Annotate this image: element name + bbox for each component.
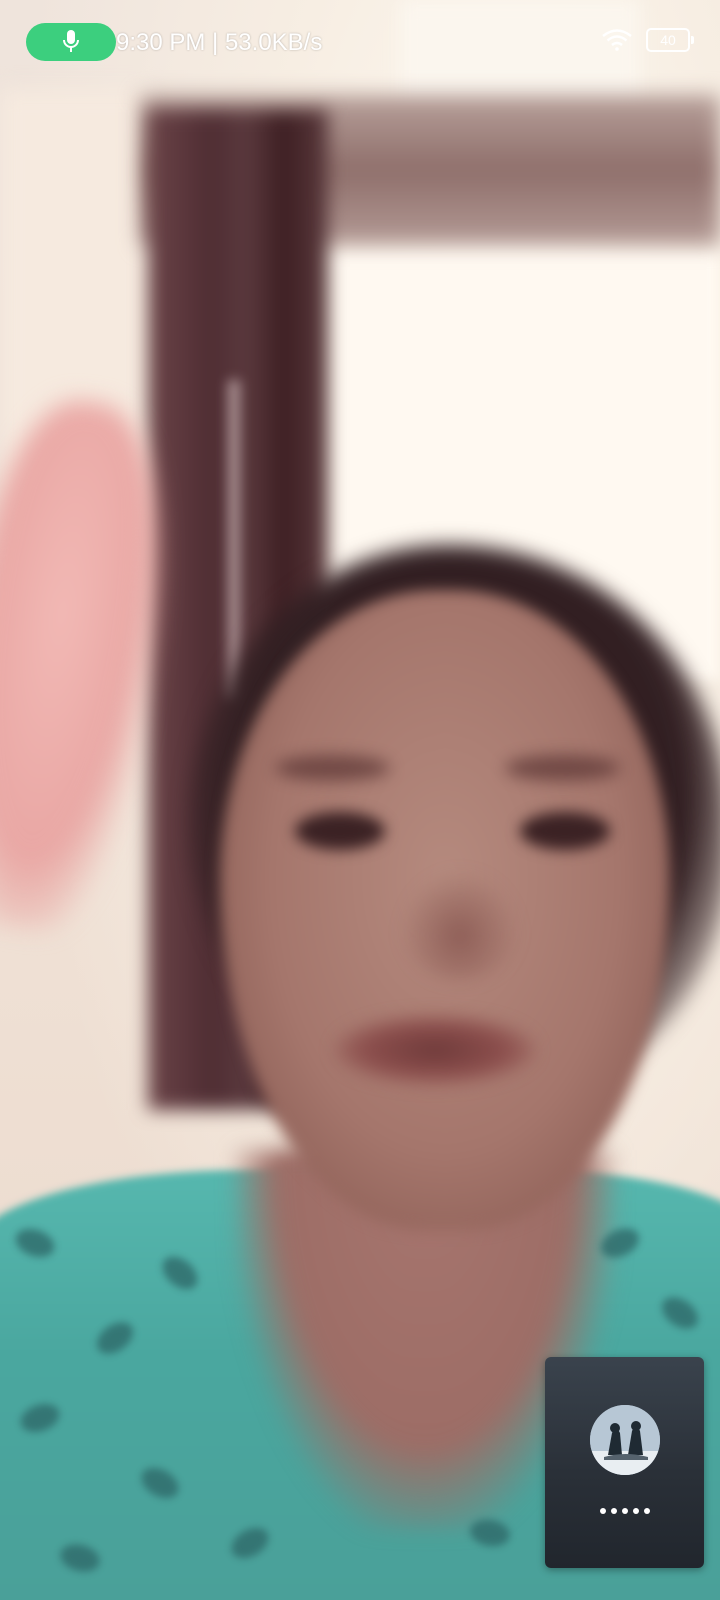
wifi-icon: [602, 29, 632, 51]
pillar-highlight: [228, 380, 240, 700]
loading-dot: [643, 1508, 650, 1514]
right-eyebrow: [505, 755, 620, 781]
left-eyebrow: [275, 755, 390, 781]
nose: [400, 870, 520, 980]
loading-dot: [610, 1508, 617, 1514]
mouth: [335, 1015, 535, 1085]
loading-dots: [545, 1508, 704, 1514]
avatar-icon: [590, 1405, 660, 1475]
self-view-preview[interactable]: [545, 1357, 704, 1568]
left-eye: [295, 812, 385, 850]
status-time-network-speed: 9:30 PM | 53.0KB/s: [116, 29, 323, 56]
loading-dot: [621, 1508, 628, 1514]
battery-icon: 40: [646, 28, 694, 52]
microphone-icon: [63, 30, 79, 52]
right-eye: [520, 812, 610, 850]
status-icons: 40: [602, 28, 694, 52]
loading-dot: [632, 1508, 639, 1514]
loading-dot: [599, 1508, 606, 1514]
ongoing-call-chip[interactable]: [26, 23, 116, 61]
status-bar: 9:30 PM | 53.0KB/s 40: [0, 0, 720, 86]
battery-level: 40: [660, 32, 676, 48]
video-call-screen: 9:30 PM | 53.0KB/s 40: [0, 0, 720, 1600]
